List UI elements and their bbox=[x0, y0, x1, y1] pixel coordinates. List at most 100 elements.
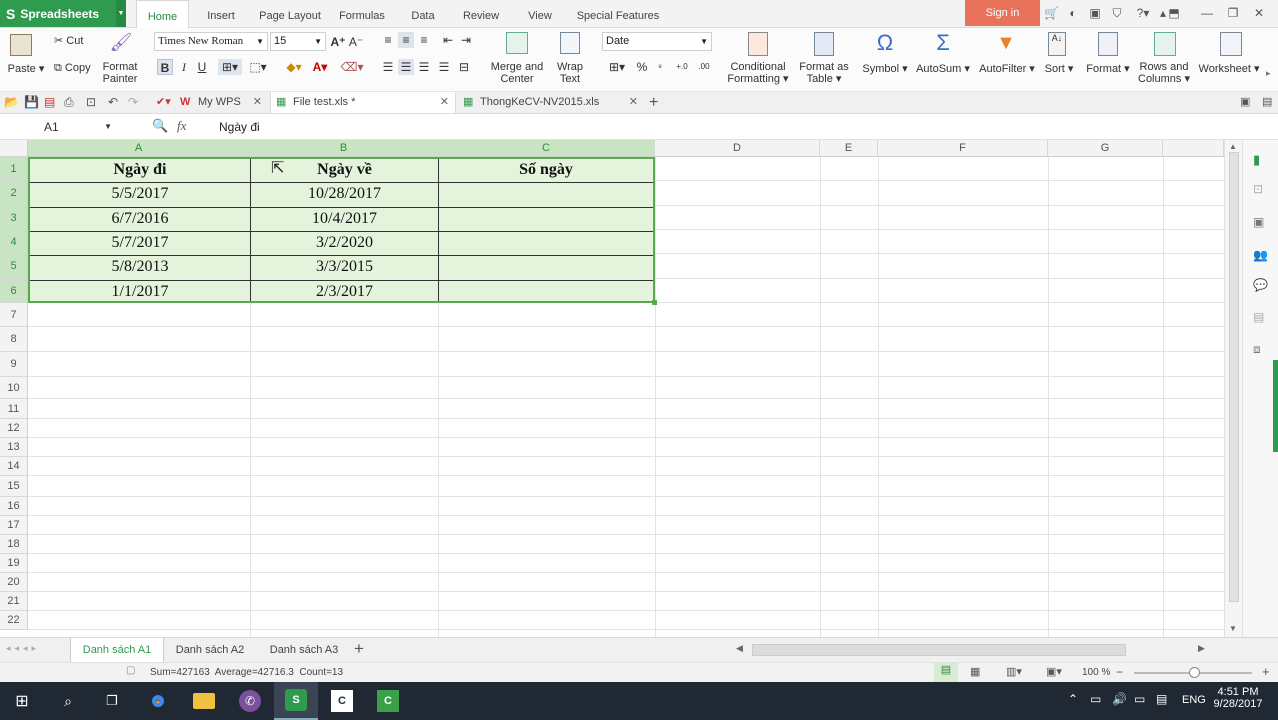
windows-start-icon[interactable]: ⊞ bbox=[0, 682, 44, 720]
row-header[interactable]: 13 bbox=[0, 438, 28, 457]
search-icon[interactable]: ⌕ bbox=[46, 682, 90, 720]
selected-range[interactable]: Ngày đi Ngày về Số ngày 5/5/2017 10/28/2… bbox=[28, 157, 657, 305]
comment-icon[interactable]: 💬 bbox=[1253, 278, 1268, 292]
number-format-select[interactable]: Date ▼ bbox=[602, 32, 712, 51]
scroll-thumb[interactable] bbox=[1229, 152, 1239, 602]
column-header[interactable]: C bbox=[438, 140, 655, 157]
close-icon[interactable]: ✕ bbox=[253, 92, 262, 113]
sheet-tab[interactable]: Danh sách A2 bbox=[168, 638, 252, 662]
fill-color-icon[interactable]: ◆▾ bbox=[282, 59, 306, 75]
tab-insert[interactable]: Insert bbox=[200, 0, 242, 28]
minimize-window-icon[interactable]: — bbox=[1200, 6, 1214, 20]
align-bottom-icon[interactable]: ≡ bbox=[416, 32, 432, 48]
new-file-icon[interactable]: ▮ bbox=[1253, 152, 1260, 168]
viber-icon[interactable]: ✆ bbox=[228, 682, 272, 720]
percent-icon[interactable]: % bbox=[634, 59, 650, 75]
format-icon[interactable] bbox=[1098, 32, 1118, 56]
tab-menu-icon[interactable]: ▤ bbox=[1262, 95, 1272, 108]
network-icon[interactable]: ▭ bbox=[1134, 692, 1145, 706]
zoom-level[interactable]: 100 % bbox=[1082, 667, 1110, 678]
action-center-icon[interactable]: ▤ bbox=[1156, 692, 1167, 706]
wrap-text-icon[interactable] bbox=[560, 32, 580, 54]
battery-icon[interactable]: ▭ bbox=[1090, 692, 1101, 706]
backup-icon[interactable]: ⧈ bbox=[1253, 342, 1261, 357]
formula-input[interactable]: Ngày đi bbox=[210, 117, 1240, 137]
signin-button[interactable]: Sign in bbox=[965, 0, 1040, 26]
cell-b2[interactable]: 10/28/2017 bbox=[251, 185, 438, 203]
scroll-up-icon[interactable]: ▲ bbox=[1229, 142, 1237, 151]
conditional-formatting-icon[interactable] bbox=[748, 32, 768, 56]
task-view-icon[interactable]: ❐ bbox=[90, 682, 134, 720]
cart-icon[interactable]: 🛒 bbox=[1044, 6, 1059, 20]
increase-indent-icon[interactable]: ⇥ bbox=[458, 32, 474, 48]
reading-mode-icon[interactable]: ▣▾ bbox=[1046, 665, 1062, 678]
box-icon[interactable]: ▣ bbox=[1088, 6, 1102, 20]
camtasia-icon[interactable]: C bbox=[320, 682, 364, 720]
grow-font-icon[interactable]: A⁺ bbox=[330, 34, 346, 50]
cell-a1[interactable]: Ngày đi bbox=[30, 161, 250, 179]
tray-expand-icon[interactable]: ⌃ bbox=[1068, 692, 1078, 706]
style-icon[interactable]: ⊡ bbox=[1253, 182, 1263, 196]
print-preview-icon[interactable]: ⊡ bbox=[86, 95, 96, 109]
shirt-icon[interactable]: ⛉ bbox=[1110, 6, 1124, 20]
normal-view-icon[interactable]: ▤ bbox=[934, 663, 958, 682]
row-header[interactable]: 19 bbox=[0, 554, 28, 573]
redo-icon[interactable]: ↷ bbox=[128, 95, 138, 109]
zoom-slider-handle[interactable] bbox=[1189, 667, 1200, 678]
symbol-button[interactable]: Symbol ▾ bbox=[860, 63, 910, 75]
autosum-icon[interactable]: Σ bbox=[930, 30, 956, 56]
bold-button[interactable]: B bbox=[157, 59, 173, 75]
row-header[interactable]: 10 bbox=[0, 377, 28, 399]
row-header[interactable]: 18 bbox=[0, 535, 28, 554]
camtasia-recorder-icon[interactable]: C bbox=[366, 682, 410, 720]
close-icon[interactable]: ✕ bbox=[629, 92, 638, 113]
row-header[interactable]: 7 bbox=[0, 303, 28, 327]
column-header[interactable] bbox=[1163, 140, 1224, 157]
worksheet-button[interactable]: Worksheet ▾ bbox=[1198, 63, 1260, 75]
row-header[interactable]: 11 bbox=[0, 399, 28, 419]
scroll-left-icon[interactable]: ◀ bbox=[736, 643, 743, 654]
row-header[interactable]: 21 bbox=[0, 592, 28, 611]
currency-icon[interactable]: ⊞▾ bbox=[604, 59, 630, 75]
panel-toggle[interactable] bbox=[1273, 360, 1278, 452]
row-header[interactable]: 2 bbox=[0, 181, 28, 206]
cell-b6[interactable]: 2/3/2017 bbox=[251, 283, 438, 301]
record-macro-icon[interactable]: ▢ bbox=[126, 665, 135, 676]
zoom-out-icon[interactable]: − bbox=[1116, 665, 1123, 679]
undo-icon[interactable]: ↶ bbox=[108, 95, 118, 109]
sheet-nav-icon[interactable]: ◂◂◂▸ bbox=[6, 643, 40, 654]
column-header[interactable]: B bbox=[250, 140, 438, 157]
tab-page-layout[interactable]: Page Layout bbox=[254, 0, 326, 28]
tab-formulas[interactable]: Formulas bbox=[334, 0, 390, 28]
merge-center-button[interactable]: Merge and Center bbox=[488, 61, 546, 85]
distributed-icon[interactable]: ⊟ bbox=[456, 59, 472, 75]
language-indicator[interactable]: ENG bbox=[1182, 694, 1206, 706]
sheet-tab[interactable]: Danh sách A3 bbox=[262, 638, 346, 662]
export-pdf-icon[interactable]: ▤ bbox=[44, 95, 55, 109]
cell-c1[interactable]: Số ngày bbox=[439, 161, 653, 179]
fill-handle[interactable] bbox=[652, 300, 657, 305]
autofilter-button[interactable]: AutoFilter ▾ bbox=[976, 63, 1038, 75]
tab-view[interactable]: View bbox=[522, 0, 558, 28]
wrap-text-button[interactable]: Wrap Text bbox=[552, 61, 588, 85]
row-header[interactable]: 1 bbox=[0, 157, 28, 181]
customize-qat-icon[interactable]: ✔▾ bbox=[156, 95, 171, 108]
row-header[interactable]: 3 bbox=[0, 206, 28, 230]
autofilter-icon[interactable]: ▼ bbox=[994, 32, 1018, 55]
select-all-corner[interactable] bbox=[0, 140, 28, 157]
row-header[interactable]: 16 bbox=[0, 497, 28, 516]
row-header[interactable]: 5 bbox=[0, 254, 28, 279]
row-header[interactable]: 15 bbox=[0, 476, 28, 497]
format-as-table-button[interactable]: Format as Table ▾ bbox=[796, 61, 852, 85]
column-header[interactable]: G bbox=[1048, 140, 1163, 157]
sort-icon[interactable]: A↓ bbox=[1048, 32, 1066, 56]
document-icon[interactable]: ▤ bbox=[1253, 310, 1264, 324]
restore-ribbon-icon[interactable]: ⬒ bbox=[1167, 6, 1181, 20]
row-header[interactable]: 14 bbox=[0, 457, 28, 476]
row-header[interactable]: 9 bbox=[0, 352, 28, 377]
row-header[interactable]: 20 bbox=[0, 573, 28, 592]
cell-b4[interactable]: 3/2/2020 bbox=[251, 234, 438, 252]
cell-style-button[interactable]: ⬚▾ bbox=[246, 59, 270, 75]
ribbon-more-icon[interactable]: ▸ bbox=[1266, 68, 1271, 79]
cell-a5[interactable]: 5/8/2013 bbox=[30, 258, 250, 276]
